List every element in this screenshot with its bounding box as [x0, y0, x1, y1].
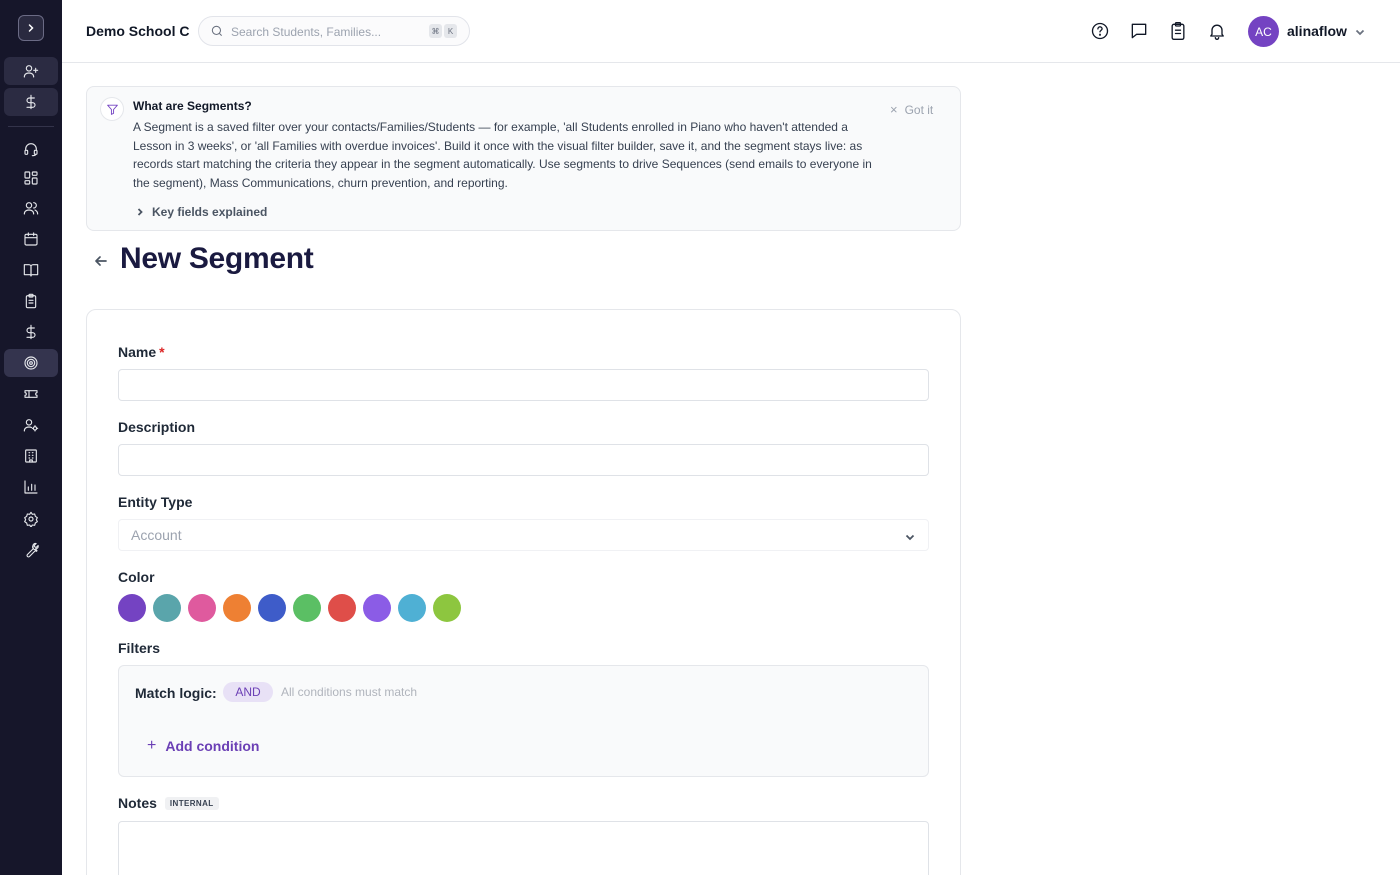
match-logic-hint: All conditions must match — [281, 685, 418, 699]
app-root: Demo School C ⌘ K AC alinaflow — [0, 0, 1400, 875]
search-input[interactable] — [231, 22, 421, 42]
top-header: Demo School C ⌘ K AC alinaflow — [62, 0, 1400, 63]
sidebar-item-dashboard[interactable] — [4, 164, 58, 192]
sidebar-item-support[interactable] — [4, 135, 58, 163]
sidebar-item-settings[interactable] — [4, 505, 58, 533]
sidebar-expand-button[interactable] — [18, 15, 44, 41]
bell-icon[interactable] — [1207, 21, 1227, 41]
clipboard-icon — [25, 293, 37, 309]
filters-label: Filters — [118, 640, 161, 656]
sidebar-item-segments[interactable] — [4, 349, 58, 377]
wrench-icon — [26, 542, 39, 558]
ticket-icon — [24, 390, 38, 398]
building-icon — [25, 449, 37, 463]
chevron-down-icon[interactable] — [1354, 25, 1366, 37]
required-mark: * — [159, 344, 165, 360]
sidebar — [0, 0, 62, 875]
sidebar-item-locations[interactable] — [4, 442, 58, 470]
sidebar-item-billing[interactable] — [4, 318, 58, 346]
calendar-icon — [24, 232, 38, 246]
clipboard-icon[interactable] — [1168, 21, 1188, 41]
notes-label: Notes INTERNAL — [118, 795, 219, 811]
dismiss-banner-button[interactable]: × Got it — [890, 102, 933, 117]
color-swatch-teal[interactable] — [153, 594, 181, 622]
key-fields-label: Key fields explained — [152, 205, 268, 219]
dollar-icon — [26, 94, 36, 110]
bar-chart-icon — [24, 480, 38, 494]
name-label: Name * — [118, 344, 165, 360]
user-settings-icon — [23, 419, 39, 432]
name-field-wrapper — [118, 369, 929, 401]
dollar-icon — [26, 324, 36, 340]
segment-form: Name * Description Entity Type Account Co… — [86, 309, 961, 875]
add-condition-label: Add condition — [165, 738, 260, 754]
color-swatch-green[interactable] — [293, 594, 321, 622]
description-label: Description — [118, 419, 196, 435]
notes-field[interactable] — [119, 822, 928, 875]
users-icon — [23, 202, 39, 215]
color-label: Color — [118, 569, 155, 585]
close-icon: × — [890, 102, 898, 117]
match-logic-toggle[interactable]: AND — [223, 682, 273, 702]
page-title: New Segment — [120, 242, 314, 275]
notes-field-wrapper — [118, 821, 929, 875]
sidebar-item-courses[interactable] — [4, 256, 58, 284]
color-swatch-pink[interactable] — [188, 594, 216, 622]
color-swatch-violet[interactable] — [363, 594, 391, 622]
book-icon — [23, 264, 39, 277]
headset-icon — [24, 143, 38, 157]
banner-body: A Segment is a saved filter over your co… — [133, 120, 872, 190]
sidebar-item-add-student[interactable] — [4, 57, 58, 85]
description-field[interactable] — [119, 445, 928, 475]
username[interactable]: alinaflow — [1287, 23, 1347, 39]
school-name[interactable]: Demo School C — [86, 23, 189, 39]
back-arrow-icon[interactable] — [93, 253, 109, 269]
segments-info-banner: What are Segments? A Segment is a saved … — [86, 86, 961, 231]
target-icon — [24, 356, 38, 370]
gear-icon — [24, 511, 38, 527]
match-logic-label: Match logic: — [135, 685, 217, 701]
chevron-down-icon — [904, 530, 916, 542]
avatar[interactable]: AC — [1248, 16, 1279, 47]
sidebar-item-tools[interactable] — [4, 536, 58, 564]
sidebar-item-tickets[interactable] — [4, 380, 58, 408]
help-icon[interactable] — [1090, 21, 1110, 41]
sidebar-item-staff[interactable] — [4, 411, 58, 439]
color-swatch-lime[interactable] — [433, 594, 461, 622]
plus-icon: + — [147, 737, 157, 754]
internal-badge: INTERNAL — [164, 797, 219, 810]
shortcut-key-cmd: ⌘ — [429, 24, 442, 38]
filter-icon — [100, 97, 124, 121]
user-plus-icon — [23, 65, 39, 78]
dashboard-icon — [24, 171, 38, 185]
dismiss-label: Got it — [904, 102, 934, 117]
color-swatch-orange[interactable] — [223, 594, 251, 622]
sidebar-item-reports[interactable] — [4, 473, 58, 501]
chevron-right-icon — [28, 24, 34, 32]
filters-builder: Match logic: AND All conditions must mat… — [118, 665, 929, 777]
entity-type-value: Account — [131, 527, 182, 543]
color-swatch-purple[interactable] — [118, 594, 146, 622]
sidebar-item-people[interactable] — [4, 194, 58, 222]
message-icon[interactable] — [1129, 21, 1149, 41]
description-field-wrapper — [118, 444, 929, 476]
shortcut-key-k: K — [444, 24, 457, 38]
global-search[interactable]: ⌘ K — [198, 16, 470, 46]
color-swatch-sky[interactable] — [398, 594, 426, 622]
color-swatch-blue[interactable] — [258, 594, 286, 622]
entity-type-select[interactable]: Account — [118, 519, 929, 551]
sidebar-item-tasks[interactable] — [4, 287, 58, 315]
name-field[interactable] — [119, 370, 928, 400]
sidebar-item-calendar[interactable] — [4, 225, 58, 253]
sidebar-divider — [8, 126, 54, 127]
banner-title: What are Segments? — [133, 99, 252, 113]
add-condition-button[interactable]: + Add condition — [147, 737, 259, 755]
chevron-right-icon — [137, 208, 143, 216]
entity-type-label: Entity Type — [118, 494, 193, 510]
color-swatch-red[interactable] — [328, 594, 356, 622]
key-fields-toggle[interactable]: Key fields explained — [135, 205, 267, 219]
sidebar-item-billing-quick[interactable] — [4, 88, 58, 116]
search-icon — [210, 24, 224, 38]
